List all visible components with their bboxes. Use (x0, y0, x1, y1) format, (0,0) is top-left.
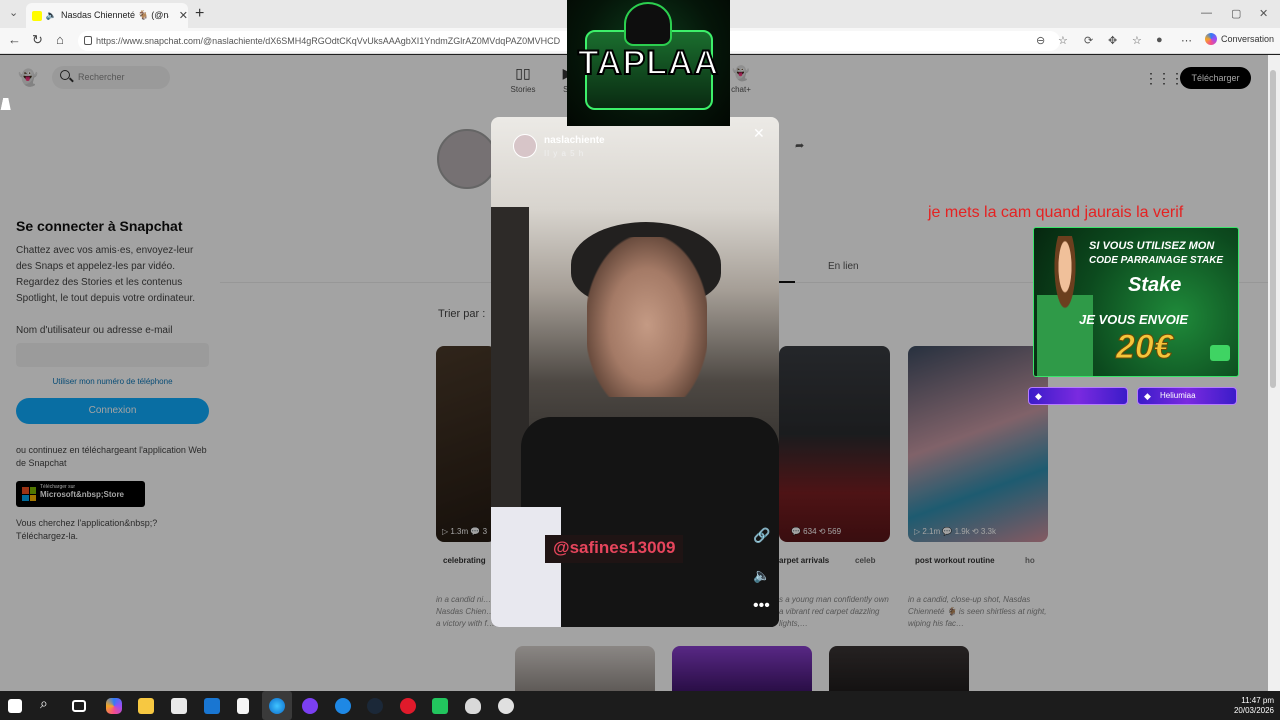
more-options-icon[interactable]: ••• (753, 597, 770, 615)
new-tab-button[interactable]: + (195, 5, 204, 23)
promo-line-2: CODE PARRAINAGE STAKE (1089, 255, 1224, 266)
diamond-icon: ◆ (1035, 391, 1042, 401)
discord-icon[interactable] (302, 698, 318, 714)
search-icon[interactable]: ⌕ (40, 695, 56, 711)
app-icon[interactable] (498, 698, 514, 714)
story-user-avatar[interactable] (513, 134, 537, 158)
stake-logo-text: Stake (1128, 274, 1182, 296)
gift-icon (1210, 345, 1230, 361)
stream-alert-bar: ◆ (1028, 387, 1128, 405)
clock-date: 20/03/2026 (1233, 706, 1274, 715)
close-icon[interactable]: ✕ (753, 125, 765, 142)
snapchat-favicon-icon (32, 10, 42, 21)
app-icon[interactable] (335, 698, 351, 714)
close-tab-icon[interactable]: ✕ (179, 9, 188, 22)
extensions-icon[interactable]: ⟳ (1084, 34, 1093, 47)
alert-name: Heliumiaa (1160, 391, 1196, 400)
notepad-icon[interactable] (237, 698, 249, 714)
diamond-icon: ◆ (1144, 391, 1151, 401)
edge-icon[interactable] (269, 698, 285, 714)
story-video-frame (491, 507, 561, 627)
maximize-icon[interactable]: ▢ (1231, 7, 1241, 20)
stream-message: je mets la cam quand jaurais la verif (928, 204, 1184, 221)
story-timestamp: Il y a 5 h (544, 149, 585, 158)
copilot-conversation-button[interactable]: Conversation (1205, 33, 1274, 45)
minimize-icon[interactable]: — (1201, 7, 1212, 19)
story-viewer[interactable]: naslachiente Il y a 5 h ✕ @safines13009 … (491, 117, 779, 627)
scrollbar-thumb[interactable] (1270, 70, 1276, 388)
stake-promo-banner: SI VOUS UTILISEZ MON CODE PARRAINAGE STA… (1033, 227, 1239, 377)
opera-gx-icon[interactable] (400, 698, 416, 714)
favorites-icon[interactable]: ☆ (1132, 34, 1142, 47)
link-icon[interactable]: 🔗 (753, 527, 770, 544)
clock-time: 11:47 pm (1241, 696, 1274, 705)
mouse-app-icon[interactable] (465, 698, 481, 714)
promo-line-3: JE VOUS ENVOIE (1079, 312, 1189, 327)
copilot-icon (1205, 33, 1217, 45)
story-username[interactable]: naslachiente (544, 135, 605, 146)
windows-taskbar: ⌕ 11:47 pm 20/03/2026 (0, 691, 1280, 720)
promo-line-1: SI VOUS UTILISEZ MON (1089, 240, 1215, 252)
copilot-icon[interactable] (106, 698, 122, 714)
system-clock[interactable]: 11:47 pm 20/03/2026 (1230, 696, 1274, 716)
hooded-figure-icon (624, 2, 672, 46)
story-video-frame (587, 237, 707, 397)
cartoon-kid-icon (1037, 236, 1093, 376)
tab-title: Nasdas Chienneté 🐐 (@nasl… (61, 10, 169, 20)
taplaa-logo-text: TAPLAA (577, 43, 720, 83)
speaker-icon[interactable]: 🔈 (46, 10, 57, 21)
promo-amount: 20€ (1116, 328, 1174, 367)
back-icon[interactable]: ← (8, 32, 21, 47)
store-icon[interactable] (171, 698, 187, 714)
stream-alert-bar: ◆ Heliumiaa (1137, 387, 1237, 405)
extension-puzzle-icon[interactable]: ✥ (1108, 34, 1117, 47)
steam-icon[interactable] (367, 698, 383, 714)
refresh-icon[interactable]: ↻ (32, 32, 43, 48)
conversation-label: Conversation (1221, 34, 1275, 44)
volume-icon[interactable]: 🔈 (753, 567, 770, 584)
favorite-star-icon[interactable]: ☆ (1058, 34, 1068, 47)
mail-icon[interactable] (204, 698, 220, 714)
tab-actions-chevron-icon[interactable]: ⌄ (9, 6, 18, 19)
profile-icon[interactable]: ● (1156, 34, 1163, 46)
taplaa-logo-overlay: TAPLAA (567, 0, 730, 126)
task-view-icon[interactable] (72, 700, 86, 712)
file-explorer-icon[interactable] (138, 698, 154, 714)
windows-start-icon[interactable] (8, 699, 22, 713)
reader-icon[interactable]: ⊖ (1036, 34, 1045, 47)
lock-icon[interactable] (84, 36, 92, 45)
app-icon[interactable] (432, 698, 448, 714)
story-mention-tag[interactable]: @safines13009 (545, 535, 684, 563)
browser-tab[interactable]: 🔈 Nasdas Chienneté 🐐 (@nasl… ✕ (26, 3, 188, 28)
home-icon[interactable]: ⌂ (56, 32, 64, 47)
close-window-icon[interactable]: ✕ (1259, 7, 1268, 20)
more-menu-icon[interactable]: ⋯ (1181, 34, 1192, 47)
